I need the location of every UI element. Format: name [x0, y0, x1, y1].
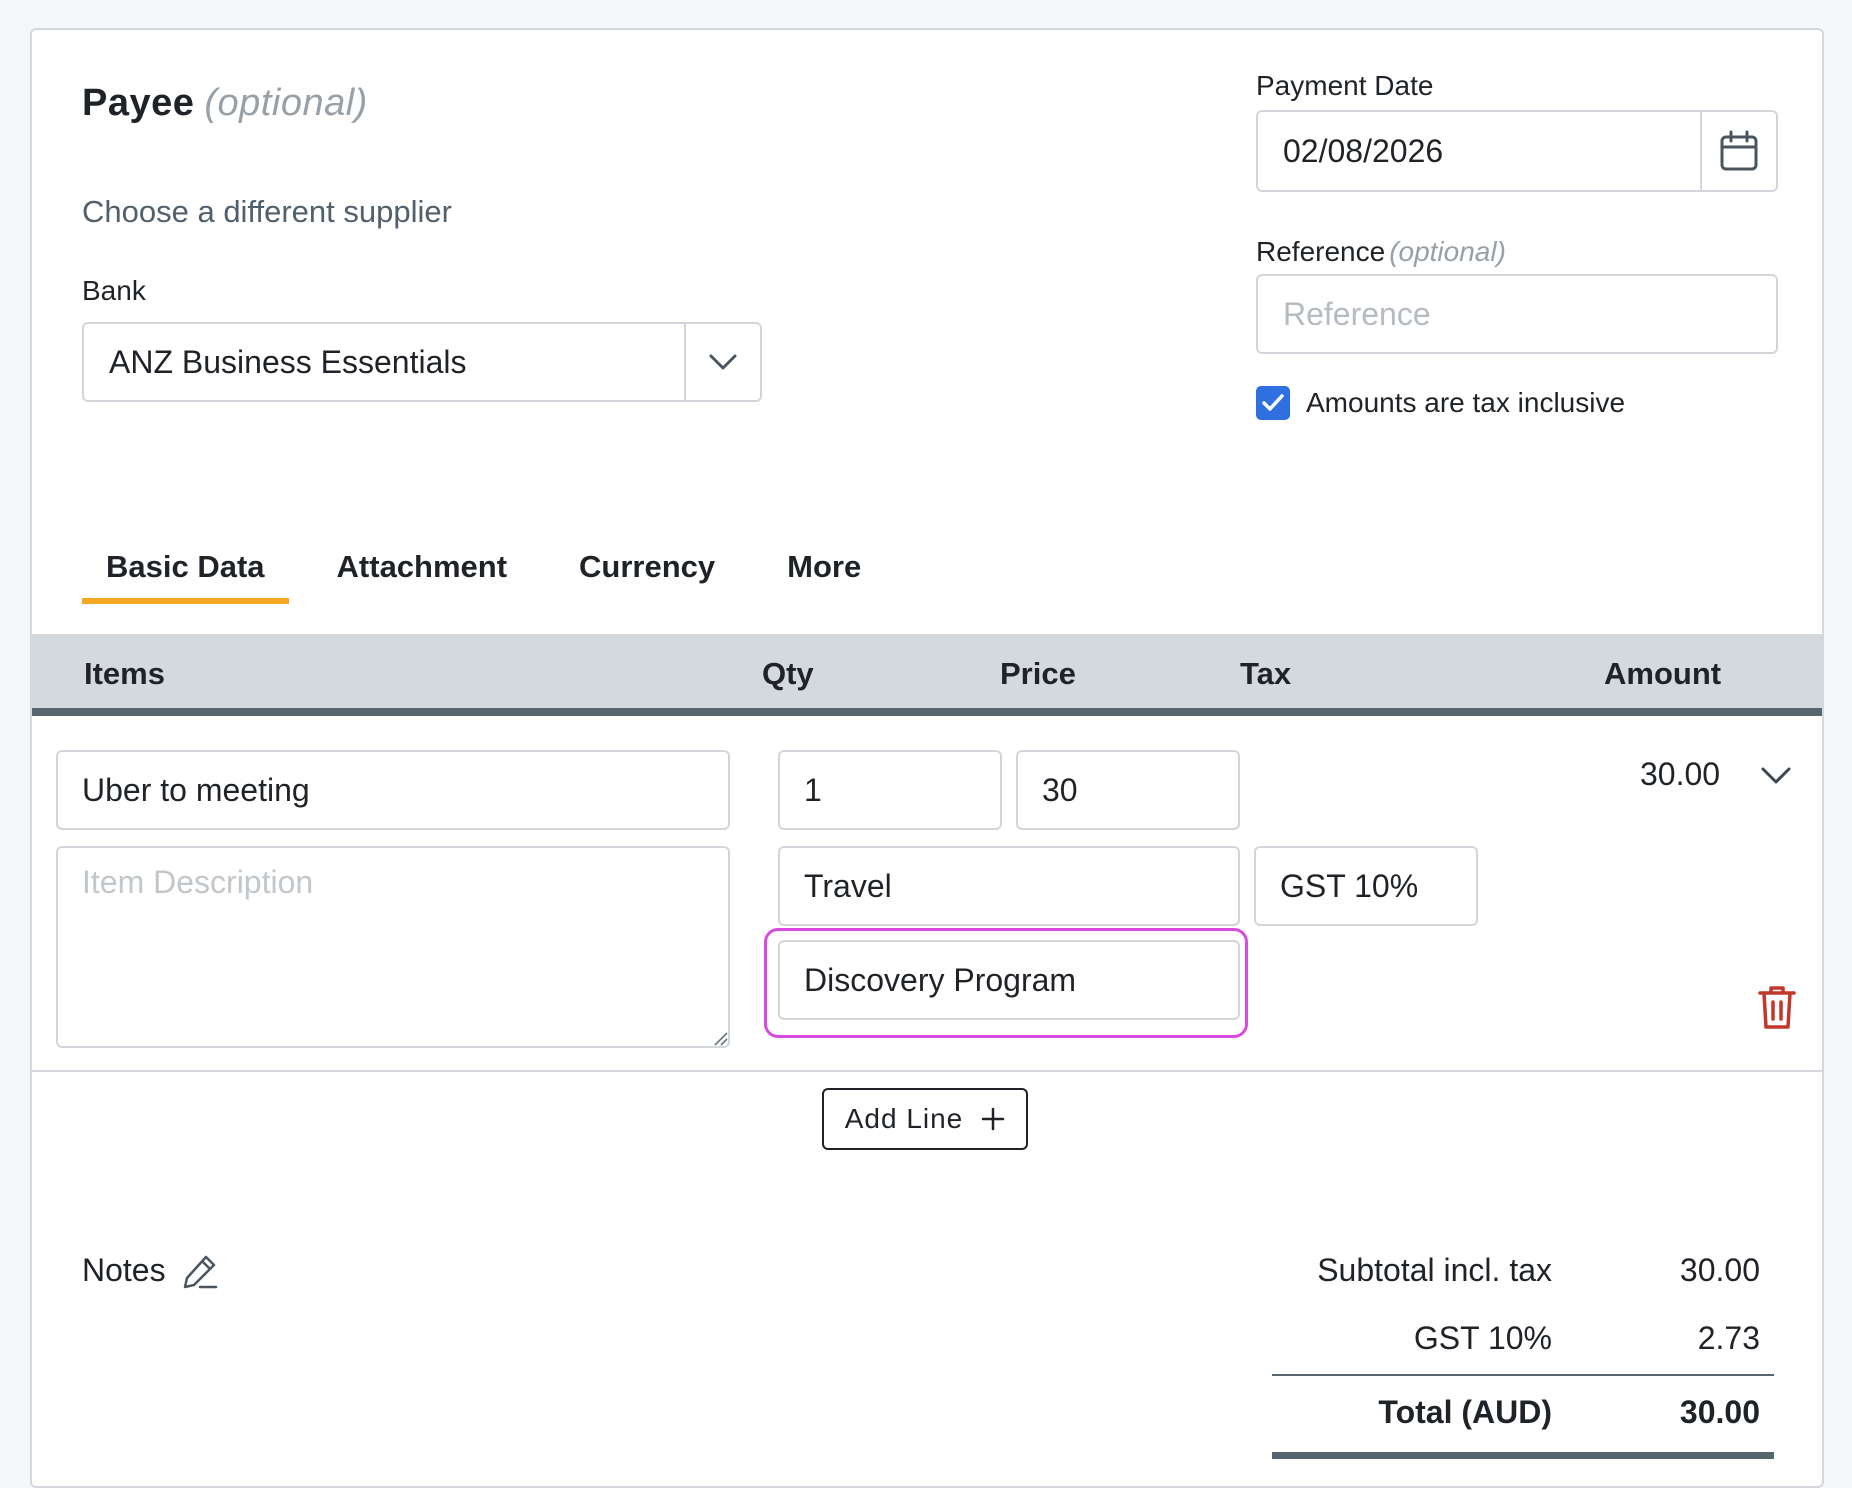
line-amount: 30.00: [1640, 756, 1721, 792]
tracking-category-field[interactable]: Discovery Program: [778, 940, 1240, 1020]
reference-optional-hint: (optional): [1389, 236, 1506, 267]
item-name-value: Uber to meeting: [82, 771, 310, 808]
tab-basic-data[interactable]: Basic Data: [82, 542, 289, 604]
header-items: Items: [84, 656, 165, 691]
add-line-button[interactable]: Add Line: [822, 1088, 1028, 1150]
chevron-down-icon[interactable]: [684, 324, 760, 400]
price-field[interactable]: 30: [1016, 750, 1240, 830]
reference-input[interactable]: [1256, 274, 1778, 354]
header-price: Price: [1000, 656, 1076, 691]
subtotal-label: Subtotal incl. tax: [1317, 1252, 1552, 1288]
choose-supplier-link[interactable]: Choose a different supplier: [82, 194, 452, 230]
item-description-field[interactable]: [56, 846, 730, 1048]
tab-currency[interactable]: Currency: [555, 542, 739, 604]
gst-value: 2.73: [1697, 1320, 1760, 1356]
qty-value: 1: [804, 771, 822, 808]
tax-inclusive-checkbox[interactable]: [1256, 386, 1290, 420]
trash-icon[interactable]: [1758, 984, 1796, 1035]
item-name-field[interactable]: Uber to meeting: [56, 750, 730, 830]
qty-field[interactable]: 1: [778, 750, 1002, 830]
tab-bar: Basic Data Attachment Currency More: [82, 542, 909, 604]
tax-rate-value: GST 10%: [1280, 867, 1419, 904]
total-value: 30.00: [1679, 1394, 1760, 1430]
price-value: 30: [1042, 771, 1078, 808]
plus-icon: [982, 1107, 1005, 1131]
totals-divider: [1272, 1374, 1774, 1376]
total-label: Total (AUD): [1378, 1394, 1552, 1430]
gst-label: GST 10%: [1413, 1320, 1552, 1356]
subtotal-value: 30.00: [1679, 1252, 1760, 1288]
header-tax: Tax: [1240, 656, 1292, 691]
payee-optional-hint: (optional): [204, 82, 368, 124]
add-line-label: Add Line: [844, 1103, 964, 1134]
line-items-header: Items Qty Price Tax Amount: [32, 634, 1822, 716]
tab-more[interactable]: More: [763, 542, 885, 604]
expand-line-chevron-icon[interactable]: [1760, 766, 1792, 791]
tax-rate-field[interactable]: GST 10%: [1254, 846, 1478, 926]
account-field[interactable]: Travel: [778, 846, 1240, 926]
notes-label: Notes: [82, 1252, 166, 1288]
header-qty: Qty: [762, 656, 814, 691]
line-divider: [32, 1070, 1822, 1072]
tracking-category-value: Discovery Program: [804, 961, 1077, 998]
tax-inclusive-label: Amounts are tax inclusive: [1306, 387, 1626, 418]
total-underline: [1272, 1452, 1774, 1459]
pencil-icon[interactable]: [182, 1253, 218, 1289]
payee-heading: Payee (optional): [82, 82, 368, 125]
calendar-icon[interactable]: [1700, 112, 1776, 190]
payment-date-value: 02/08/2026: [1283, 132, 1444, 169]
payee-title: Payee: [82, 82, 195, 124]
reference-label: Reference (optional): [1256, 236, 1506, 268]
bank-select-value: ANZ Business Essentials: [109, 343, 467, 380]
resize-handle-icon[interactable]: [712, 1030, 728, 1051]
account-value: Travel: [804, 867, 892, 904]
bank-label: Bank: [82, 275, 146, 306]
header-amount: Amount: [1604, 656, 1722, 691]
tab-attachment[interactable]: Attachment: [313, 542, 532, 604]
payment-date-label: Payment Date: [1256, 70, 1434, 101]
payment-date-field[interactable]: 02/08/2026: [1256, 110, 1778, 192]
notes-section[interactable]: Notes: [82, 1252, 218, 1289]
bank-select[interactable]: ANZ Business Essentials: [82, 322, 762, 402]
payment-form-card: Payee (optional) Choose a different suppl…: [30, 28, 1824, 1488]
reference-label-text: Reference: [1256, 236, 1386, 267]
